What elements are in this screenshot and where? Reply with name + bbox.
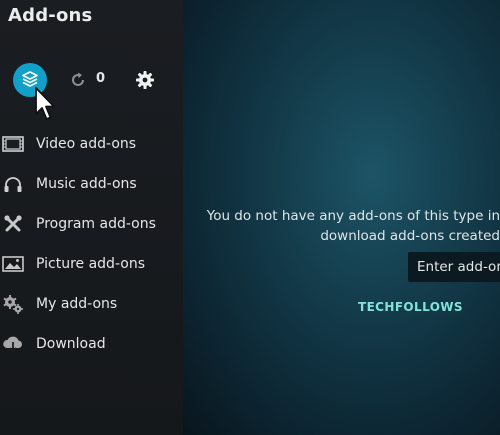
gears-icon [2, 293, 24, 315]
settings-button[interactable] [135, 70, 155, 90]
watermark-text: TECHFOLLOWS [358, 300, 463, 314]
gear-icon [136, 71, 154, 89]
sidebar-item-label: Video add-ons [36, 136, 137, 152]
sidebar-item-label: Download [36, 336, 106, 352]
empty-message-line-2: download add-ons created [320, 228, 500, 244]
sidebar-item-label: Picture add-ons [36, 256, 145, 272]
update-count: 0 [96, 71, 106, 86]
sidebar: Add-ons 0 Video add-ons Music add-ons Pr… [0, 0, 183, 435]
sidebar-item-my-addons[interactable]: My add-ons [0, 286, 183, 322]
cloud-download-icon [2, 333, 24, 355]
enter-addon-browser-label: Enter add-on b [417, 259, 500, 275]
sidebar-item-music-addons[interactable]: Music add-ons [0, 166, 183, 202]
main-content: You do not have any add-ons of this type… [183, 0, 500, 435]
empty-message-line-1: You do not have any add-ons of this type… [206, 208, 500, 224]
mouse-cursor-icon [35, 87, 55, 120]
page-title: Add-ons [8, 5, 93, 26]
headphones-icon [2, 173, 24, 195]
sidebar-item-label: My add-ons [36, 296, 118, 312]
refresh-icon [72, 72, 84, 86]
enter-addon-browser-button[interactable]: Enter add-on b [408, 252, 500, 282]
empty-state-message: You do not have any add-ons of this type… [190, 206, 500, 246]
update-addons-button[interactable] [68, 70, 88, 90]
sidebar-item-program-addons[interactable]: Program add-ons [0, 206, 183, 242]
picture-icon [2, 253, 24, 275]
sidebar-item-video-addons[interactable]: Video add-ons [0, 126, 183, 162]
sidebar-item-label: Program add-ons [36, 216, 156, 232]
tools-icon [2, 213, 24, 235]
sidebar-item-label: Music add-ons [36, 176, 137, 192]
film-icon [2, 133, 24, 155]
sidebar-item-picture-addons[interactable]: Picture add-ons [0, 246, 183, 282]
sidebar-item-download[interactable]: Download [0, 326, 183, 362]
